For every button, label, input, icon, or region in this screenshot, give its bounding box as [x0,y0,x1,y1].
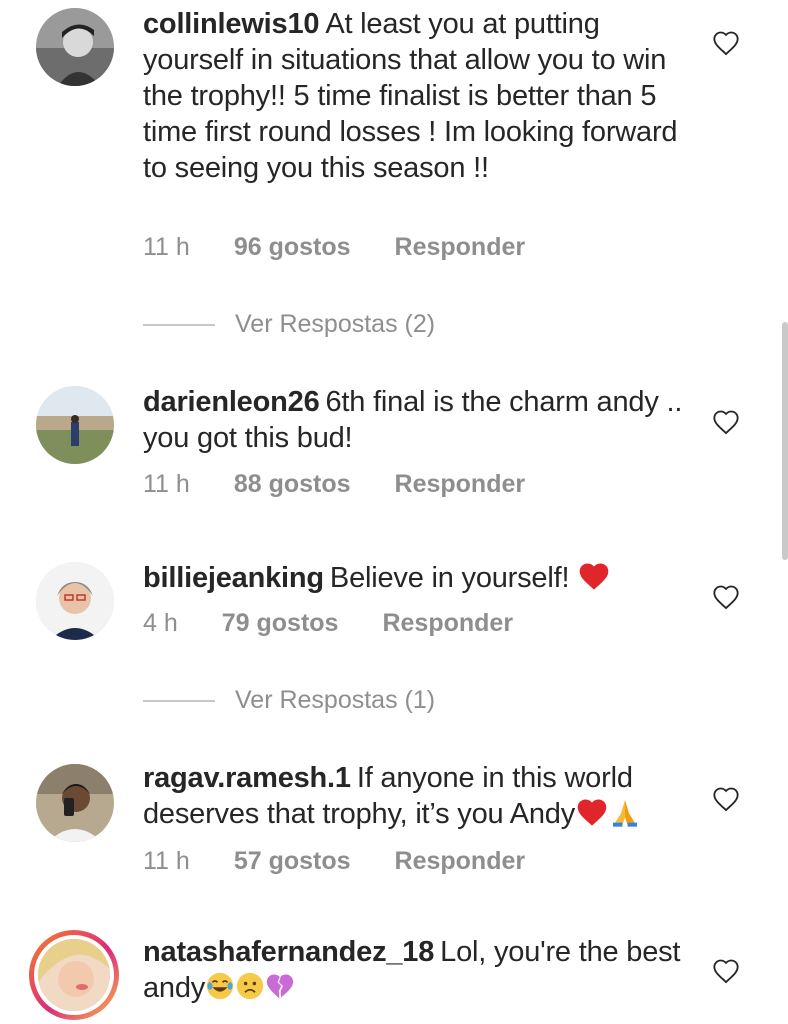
avatar[interactable] [36,8,114,86]
red-heart-emoji-icon [577,799,607,826]
comment-time: 11 h [143,470,190,498]
comment-username[interactable]: ragav.ramesh.1 [143,762,351,794]
red-heart-emoji-icon [579,563,609,590]
comment-likes[interactable]: 79 gostos [222,609,339,638]
comment-username[interactable]: natashafernandez_18 [143,936,434,968]
comment-likes[interactable]: 96 gostos [234,233,351,262]
view-replies-label: Ver Respostas (1) [235,686,436,714]
view-replies-button[interactable]: Ver Respostas (1) [143,686,435,715]
comment-time: 11 h [143,233,190,261]
scrollbar[interactable] [782,322,788,560]
replies-divider [143,323,215,326]
avatar-photo-icon [36,764,114,842]
view-replies-button[interactable]: Ver Respostas (2) [143,310,435,339]
avatar[interactable] [36,386,114,464]
comment-likes[interactable]: 88 gostos [234,470,351,499]
comment-username[interactable]: darienleon26 [143,386,320,418]
avatar-photo-icon [36,8,114,86]
like-heart-icon[interactable] [712,409,740,435]
view-replies-label: Ver Respostas (2) [235,310,436,338]
avatar[interactable] [36,764,114,842]
reply-button[interactable]: Responder [382,609,513,638]
tears-of-joy-emoji-icon [206,972,234,1000]
comment-username[interactable]: collinlewis10 [143,8,320,40]
like-heart-icon[interactable] [712,958,740,984]
comment-username[interactable]: billiejeanking [143,562,324,594]
like-heart-icon[interactable] [712,786,740,812]
replies-divider [143,699,215,702]
avatar-photo-icon [36,562,114,640]
folded-hands-emoji-icon [613,800,638,827]
comment-text: Believe in yourself! [329,562,570,594]
reply-button[interactable]: Responder [395,847,526,876]
avatar-photo-icon [36,386,114,464]
comment-time: 11 h [143,847,190,875]
comment-likes[interactable]: 57 gostos [234,847,351,876]
avatar-photo-icon [38,939,110,1011]
reply-button[interactable]: Responder [395,470,526,499]
reply-button[interactable]: Responder [395,233,526,262]
comment-time: 4 h [143,609,178,637]
avatar-with-story-ring[interactable] [29,930,119,1020]
like-heart-icon[interactable] [712,584,740,610]
broken-heart-emoji-icon [266,974,294,999]
worried-face-emoji-icon [236,972,264,1000]
avatar[interactable] [36,562,114,640]
like-heart-icon[interactable] [712,30,740,56]
